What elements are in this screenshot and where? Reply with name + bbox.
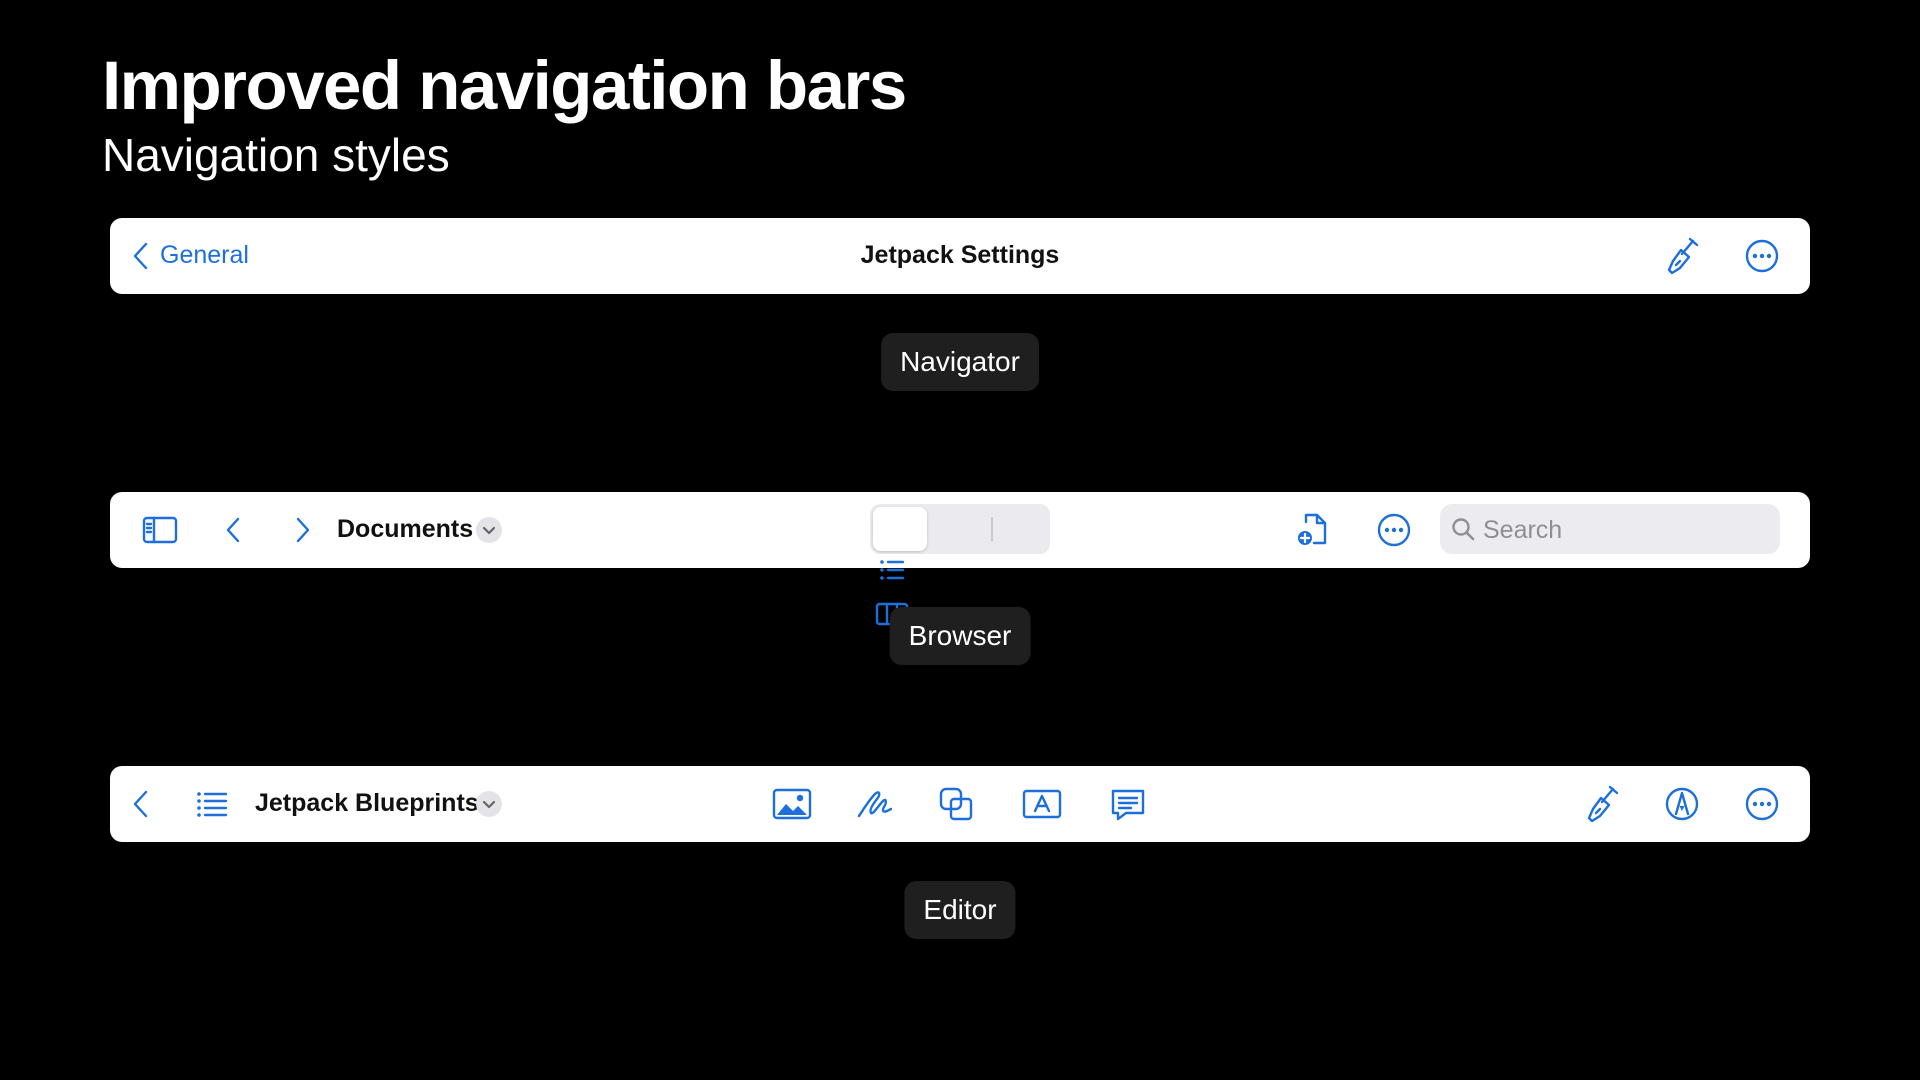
text-box-icon[interactable] (1020, 782, 1064, 826)
chevron-down-icon[interactable] (476, 791, 502, 817)
documents-title[interactable]: Documents (337, 515, 473, 544)
browser-bar: Documents Search (110, 492, 1810, 626)
ellipsis-circle-icon[interactable] (1372, 508, 1416, 552)
list-icon[interactable] (190, 782, 234, 826)
markup-icon[interactable] (1660, 782, 1704, 826)
paintbrush-icon[interactable] (1660, 234, 1704, 278)
sidebar-icon[interactable] (138, 508, 182, 552)
ellipsis-circle-icon[interactable] (1740, 782, 1784, 826)
editor-caption: Editor (904, 881, 1016, 939)
comment-icon[interactable] (1106, 782, 1150, 826)
view-mode-selected-indicator (873, 507, 927, 551)
chevron-down-icon[interactable] (476, 517, 502, 543)
chevron-left-icon[interactable] (212, 508, 256, 552)
slide-title: Improved navigation bars (102, 47, 907, 124)
list-view-icon[interactable] (870, 548, 914, 592)
editor-title[interactable]: Jetpack Blueprints (255, 789, 479, 818)
slide-subtitle: Navigation styles (102, 129, 450, 181)
browser-caption: Browser (889, 607, 1031, 665)
shapes-icon[interactable] (935, 782, 979, 826)
photo-icon[interactable] (770, 782, 814, 826)
navigator-bar: General Jetpack Settings (110, 218, 1810, 294)
new-document-icon[interactable] (1292, 508, 1336, 552)
search-placeholder: Search (1483, 516, 1563, 544)
segment-divider (991, 517, 993, 541)
navigator-title: Jetpack Settings (860, 241, 1060, 269)
search-field[interactable]: Search (1440, 504, 1780, 554)
scribble-icon[interactable] (853, 782, 897, 826)
paintbrush-icon[interactable] (1580, 782, 1624, 826)
chevron-left-icon[interactable] (120, 782, 164, 826)
view-mode-segmented-control (870, 504, 1050, 626)
ellipsis-circle-icon[interactable] (1740, 234, 1784, 278)
chevron-right-icon[interactable] (280, 508, 324, 552)
editor-bar: Jetpack Blueprints (110, 766, 1810, 842)
magnifyingglass-icon (1448, 514, 1478, 544)
navigator-caption: Navigator (881, 333, 1039, 391)
